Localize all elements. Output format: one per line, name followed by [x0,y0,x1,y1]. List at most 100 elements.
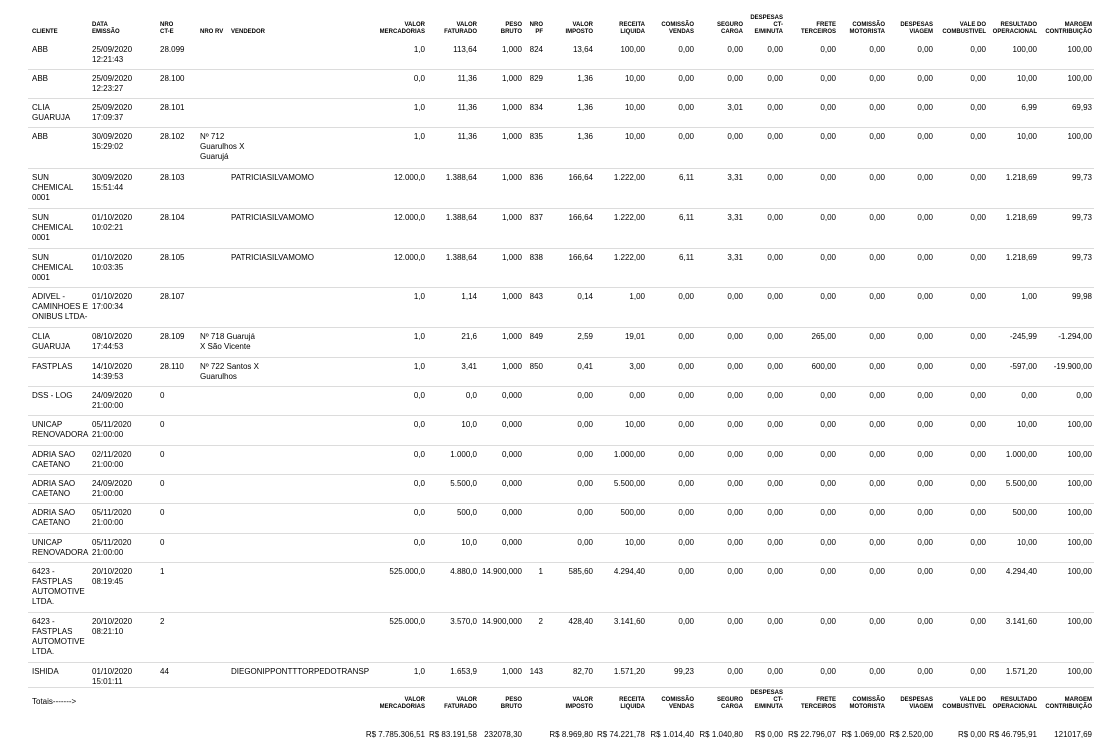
cell-vimp: 585,60 [568,567,593,576]
cell-cte: 28.099 [160,45,185,54]
cell-frete: 0,00 [820,103,836,112]
cell-vfat: 5.500,0 [450,479,477,488]
totals-value-desp: R$ 0,00 [754,730,783,739]
cell-res: 10,00 [1016,420,1037,429]
cell-rec: 500,00 [620,508,645,517]
cell-vfat: 1.388,64 [445,253,477,262]
cell-frete: 265,00 [811,332,836,341]
cell-vmerc: 0,0 [413,74,425,83]
cell-vale: 0,00 [970,667,986,676]
cell-com: 99,23 [673,667,694,676]
cell-peso: 14.900,000 [481,617,522,626]
cell-vfat: 1,14 [461,292,477,301]
cell-cliente: LTDA. [32,647,55,656]
row-divider [28,69,1094,70]
cell-com: 0,00 [678,508,694,517]
cell-cte: 0 [160,450,165,459]
cell-vfat: 0,0 [465,391,477,400]
cell-rec: 1.222,00 [613,213,645,222]
cell-vfat: 11,36 [457,74,477,83]
cell-cte: 28.102 [160,132,185,141]
cell-vendedor: PATRICIASILVAMOMO [231,173,314,182]
column-header-rec: RECEITA LIQUIDA [619,22,645,35]
cell-data: 10:03:35 [92,263,124,272]
row-divider [28,98,1094,99]
column-header-rv: NRO RV [200,29,224,35]
cell-pf: 838 [529,253,543,262]
cell-vfat: 11,36 [457,132,477,141]
cell-vimp: 0,14 [577,292,593,301]
cell-comm: 0,00 [869,292,885,301]
cell-peso: 0,000 [501,420,522,429]
cell-vimp: 166,64 [568,253,593,262]
cell-comm: 0,00 [869,508,885,517]
cell-data: 24/09/2020 [92,479,133,488]
column-header-vmerc: VALOR MERCADORIAS [379,22,425,35]
cell-dv: 0,00 [917,617,933,626]
cell-seg: 0,00 [727,45,743,54]
totals-header-mar: MARGEM CONTRIBUIÇÃO [1045,697,1092,710]
cell-seg: 0,00 [727,479,743,488]
totals-value-dv: R$ 2.520,00 [889,730,933,739]
cell-vfat: 113,64 [453,45,477,54]
cell-data: 20/10/2020 [92,567,133,576]
cell-desp: 0,00 [767,332,783,341]
cell-comm: 0,00 [869,45,885,54]
cell-rec: 1.000,00 [613,450,645,459]
report-sheet: CLIENTE DATA EMISSÃO NRO CT-E NRO RV VENDEDOR V… [0,0,1110,741]
cell-comm: 0,00 [869,213,885,222]
cell-data: 14/10/2020 [92,362,133,371]
row-divider [28,662,1094,663]
cell-dv: 0,00 [917,508,933,517]
cell-cliente: AUTOMOTIVE [32,587,85,596]
cell-dv: 0,00 [917,292,933,301]
totals-value-vfat: R$ 83.191,58 [428,730,477,739]
cell-vimp: 0,41 [577,362,593,371]
cell-frete: 0,00 [820,74,836,83]
cell-data: 08:21:10 [92,627,124,636]
cell-res: 3.141,60 [1005,617,1037,626]
cell-desp: 0,00 [767,132,783,141]
cell-res: 1,00 [1021,292,1037,301]
totals-header-com: COMISSÃO VENDAS [661,697,694,710]
cell-cliente: ABB [32,45,49,54]
cell-vimp: 82,70 [572,667,593,676]
cell-data: 01/10/2020 [92,253,133,262]
totals-header-vimp: VALOR IMPOSTO [565,697,593,710]
cell-res: 10,00 [1016,538,1037,547]
cell-comm: 0,00 [869,391,885,400]
cell-rv: X São Vicente [200,342,251,351]
cell-data: 17:44:53 [92,342,124,351]
cell-com: 0,00 [678,450,694,459]
cell-vfat: 500,0 [456,508,477,517]
cell-cliente: ADIVEL - [32,292,66,301]
cell-seg: 0,00 [727,362,743,371]
cell-com: 0,00 [678,292,694,301]
cell-dv: 0,00 [917,253,933,262]
cell-vmerc: 0,0 [413,538,425,547]
column-header-peso: PESO BRUTO [500,22,522,35]
totals-header-seg: SEGURO CARGA [716,697,743,710]
cell-frete: 0,00 [820,391,836,400]
row-divider [28,248,1094,249]
cell-rec: 1.571,20 [613,667,645,676]
cell-frete: 0,00 [820,667,836,676]
cell-vendedor: DIEGONIPPONTTTORPEDOTRANSP [231,667,370,676]
cell-mar: 100,00 [1067,538,1092,547]
cell-rec: 1.222,00 [613,253,645,262]
column-header-vale: VALE DO COMBUSTIVEL [942,22,986,35]
cell-vmerc: 0,0 [413,420,425,429]
cell-comm: 0,00 [869,332,885,341]
totals-value-com: R$ 1.014,40 [650,730,694,739]
cell-comm: 0,00 [869,253,885,262]
cell-peso: 1,000 [501,74,522,83]
cell-cliente: 6423 - [32,567,55,576]
cell-cliente: CAETANO [32,460,71,469]
cell-data: 15:51:44 [92,183,124,192]
cell-cliente: GUARUJA [32,342,71,351]
cell-desp: 0,00 [767,508,783,517]
cell-cliente: SUN [32,173,49,182]
cell-rec: 19,01 [624,332,645,341]
cell-data: 08:19:45 [92,577,124,586]
totals-header-vmerc: VALOR MERCADORIAS [379,697,425,710]
